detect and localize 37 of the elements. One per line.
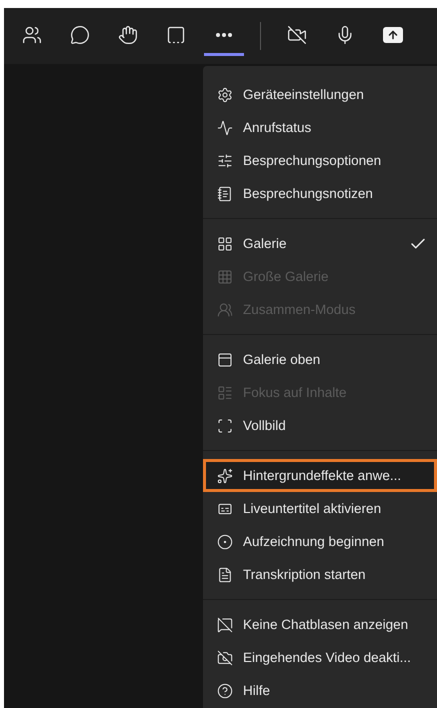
record-icon: [217, 534, 233, 550]
video-off-icon: [217, 650, 233, 666]
chat-icon: [70, 24, 90, 44]
hand-icon: [118, 24, 138, 44]
group-icon: [217, 302, 233, 318]
fullscreen-icon: [217, 418, 233, 434]
sliders-icon: [217, 152, 233, 168]
menu-item[interactable]: Anrufstatus: [203, 111, 437, 144]
people-icon: [22, 24, 42, 44]
camera-off-icon: [287, 24, 307, 44]
help-icon: [217, 682, 233, 698]
window-icon: [166, 24, 186, 44]
menu-item[interactable]: Besprechungsnotizen: [203, 177, 437, 210]
menu-item[interactable]: Besprechungsoptionen: [203, 144, 437, 177]
more-icon: [216, 32, 232, 36]
menu-item[interactable]: Aufzeichnung beginnen: [203, 525, 437, 558]
menu-item[interactable]: Eingehendes Video deakti...: [203, 641, 437, 674]
pulse-icon: [217, 120, 233, 136]
grid-icon: [217, 236, 233, 252]
transcript-icon: [217, 566, 233, 582]
large-grid-icon: [217, 268, 233, 284]
menu-item[interactable]: Geräteeinstellungen: [203, 78, 437, 111]
layout-icon: [217, 384, 233, 400]
share-icon: [383, 26, 403, 42]
notes-icon: [217, 186, 233, 202]
menu-item[interactable]: Galerie oben: [203, 343, 437, 376]
menu-item[interactable]: Liveuntertitel aktivieren: [203, 492, 437, 525]
menu-item[interactable]: Transkription starten: [203, 558, 437, 591]
menu-item[interactable]: Galerie: [203, 227, 437, 260]
effects-icon: [217, 468, 233, 484]
menu-item[interactable]: Hintergrundeffekte anwe...: [203, 459, 437, 492]
menu-item[interactable]: Vollbild: [203, 409, 437, 442]
settings-icon: [217, 86, 233, 102]
chat-off-icon: [217, 616, 233, 632]
menu-item[interactable]: Keine Chatblasen anzeigen: [203, 608, 437, 641]
menu-item[interactable]: Hilfe: [203, 674, 437, 707]
panel-top-icon: [217, 352, 233, 368]
